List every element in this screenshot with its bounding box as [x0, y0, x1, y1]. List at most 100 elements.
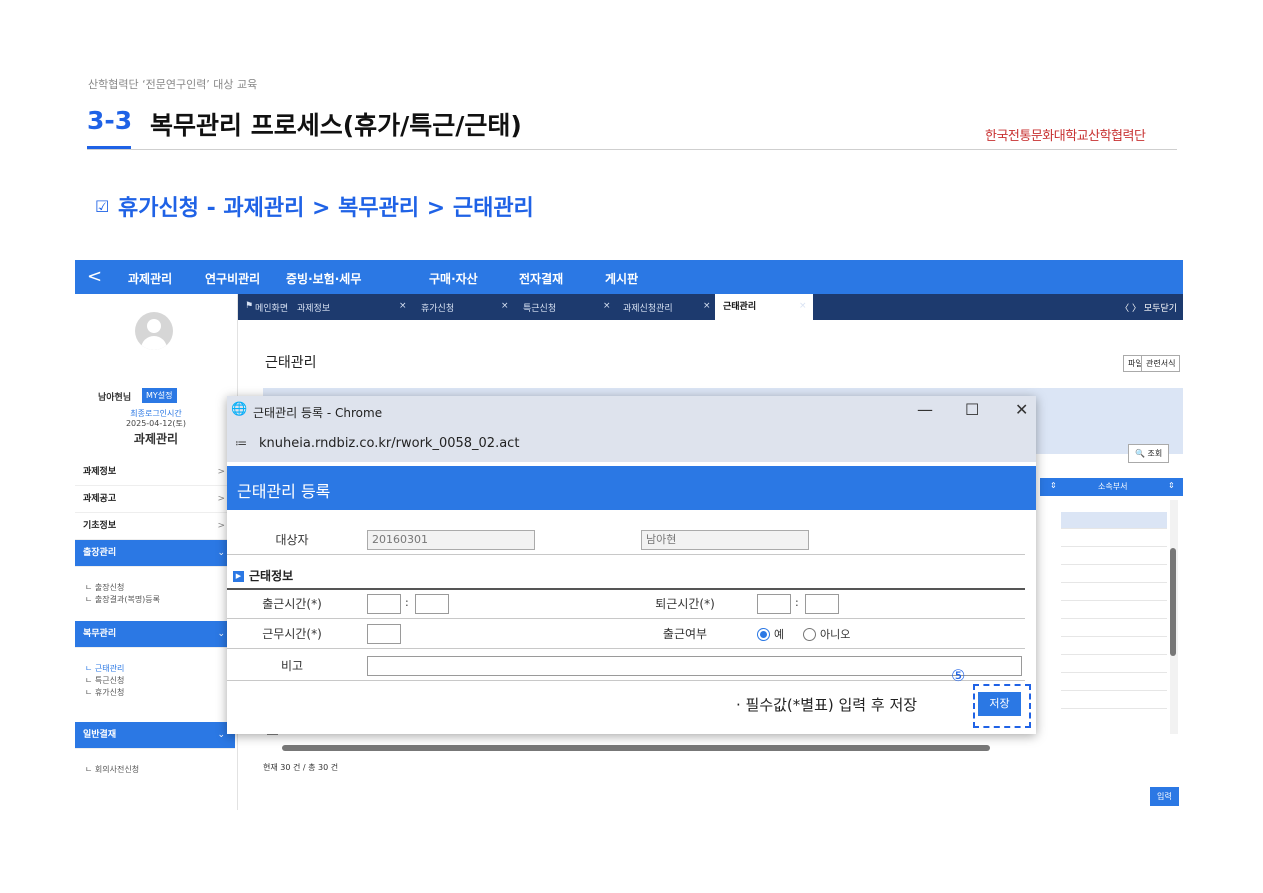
sidebar-item-project-info[interactable]: 과제정보 > — [75, 459, 235, 486]
attend-no-label[interactable]: 아니오 — [820, 626, 850, 642]
window-titlebar: 🌐 근태관리 등록 - Chrome — ☐ ✕ — [227, 396, 1036, 426]
table-row[interactable] — [1061, 602, 1167, 619]
required-note: · 필수값(*별표) 입력 후 저장 — [736, 696, 918, 714]
out-time-label: 퇴근시간(*) — [655, 597, 715, 611]
sidebar: 남아현님 MY설정 최종로그인시간 2025-04-12(토) 과제관리 과제정… — [75, 294, 238, 810]
sidebar-item-basic-info[interactable]: 기초정보 > — [75, 513, 235, 540]
tab-main[interactable]: 메인화면 — [255, 301, 288, 314]
sidebar-item-duty[interactable]: 복무관리 ⌄ — [75, 621, 235, 648]
sidebar-sub-attendance[interactable]: ㄴ 근태관리 — [85, 663, 124, 674]
table-row[interactable] — [1061, 512, 1167, 529]
sidebar-title: 과제관리 — [133, 432, 179, 446]
sidebar-item-announcement[interactable]: 과제공고 > — [75, 486, 235, 513]
scroll-thumb[interactable] — [1170, 548, 1176, 656]
target-row: 대상자 20160301 남아현 — [227, 526, 1025, 555]
section-title: 복무관리 프로세스(휴가/특근/근태) — [150, 111, 522, 140]
nav-item-funds[interactable]: 연구비관리 — [205, 270, 260, 287]
page-title: 근태관리 — [265, 355, 317, 371]
nav-item-purchase[interactable]: 구매·자산 — [429, 270, 478, 287]
tab-project-apply[interactable]: 과제신청관리 — [623, 301, 673, 314]
close-icon[interactable]: × — [501, 301, 509, 311]
url-text[interactable]: knuheia.rndbiz.co.kr/rwork_0058_02.act — [259, 436, 519, 451]
nav-item-approval[interactable]: 전자결재 — [519, 270, 563, 287]
in-time-label: 출근시간(*) — [262, 597, 322, 611]
close-icon[interactable]: × — [603, 301, 611, 311]
in-hour-input[interactable] — [367, 594, 401, 614]
sidebar-sub-leave[interactable]: ㄴ 휴가신청 — [85, 687, 124, 698]
tab-leave[interactable]: 휴가신청 — [421, 301, 454, 314]
section-marker-icon: ▶ — [233, 571, 244, 582]
home-icon: ⚑ — [245, 301, 254, 311]
sidebar-item-general-approval[interactable]: 일반결재 ⌄ — [75, 722, 235, 749]
record-count: 현재 30 건 / 총 30 건 — [263, 763, 339, 772]
nav-item-board[interactable]: 게시판 — [605, 270, 638, 287]
maximize-icon[interactable]: ☐ — [965, 400, 979, 419]
table-row[interactable] — [1061, 584, 1167, 601]
sidebar-sub-travel-apply[interactable]: ㄴ 출장신청 — [85, 582, 124, 593]
target-name-field: 남아현 — [641, 530, 809, 550]
close-icon[interactable]: × — [703, 301, 711, 311]
nav-item-project[interactable]: 과제관리 — [128, 270, 172, 287]
remark-row: 비고 — [227, 652, 1025, 681]
close-icon[interactable]: × — [399, 301, 407, 311]
my-settings-button[interactable]: MY설정 — [142, 388, 177, 403]
address-bar[interactable]: ≔ knuheia.rndbiz.co.kr/rwork_0058_02.act — [227, 426, 1036, 462]
tab-overtime[interactable]: 특근신청 — [523, 301, 556, 314]
user-name: 남아현님 — [98, 393, 132, 403]
out-minute-input[interactable] — [805, 594, 839, 614]
remark-label: 비고 — [280, 659, 304, 673]
nav-item-evidence[interactable]: 증빙·보험·세무 — [286, 270, 361, 287]
window-title: 근태관리 등록 - Chrome — [253, 406, 383, 420]
input-button[interactable]: 입력 — [1150, 787, 1179, 806]
table-row[interactable] — [1061, 530, 1167, 547]
sort-icon[interactable]: ⇕ — [1050, 481, 1057, 490]
horizontal-scrollbar[interactable] — [282, 745, 990, 751]
minimize-icon[interactable]: — — [917, 400, 933, 419]
sidebar-item-travel[interactable]: 출장관리 ⌄ — [75, 540, 235, 567]
time-separator: : — [795, 596, 799, 609]
sidebar-sub-travel-result[interactable]: ㄴ 출장결과(복명)등록 — [85, 594, 160, 605]
out-hour-input[interactable] — [757, 594, 791, 614]
close-icon[interactable]: ✕ — [1015, 400, 1028, 419]
site-settings-icon[interactable]: ≔ — [235, 436, 247, 450]
tab-navigation[interactable]: 〈 〉 모두닫기 — [1120, 301, 1177, 314]
sort-icon[interactable]: ⇕ — [1168, 481, 1175, 490]
grid-col-dept[interactable]: 소속부서 — [1098, 481, 1127, 492]
popup-header: 근태관리 등록 — [227, 466, 1036, 510]
table-row[interactable] — [1061, 566, 1167, 583]
in-minute-input[interactable] — [415, 594, 449, 614]
table-row[interactable] — [1061, 656, 1167, 673]
checkbox-icon: ☑ — [95, 197, 110, 216]
sidebar-sub-meeting[interactable]: ㄴ 회의사전신청 — [85, 764, 139, 775]
chrome-icon: 🌐 — [231, 402, 248, 417]
header-divider — [87, 149, 1177, 150]
work-row: 근무시간(*) 출근여부 예 아니오 — [227, 620, 1025, 649]
save-button[interactable]: 저장 — [978, 692, 1021, 716]
tab-project-info[interactable]: 과제정보 — [297, 301, 330, 314]
table-row[interactable] — [1061, 548, 1167, 565]
time-row: 출근시간(*) : 퇴근시간(*) : — [227, 588, 1025, 619]
attendance-register-popup: 🌐 근태관리 등록 - Chrome — ☐ ✕ ≔ knuheia.rndbi… — [227, 396, 1036, 734]
attend-yes-radio[interactable] — [757, 628, 770, 641]
time-separator: : — [405, 596, 409, 609]
section-attendance-info: ▶ 근태정보 — [233, 567, 293, 584]
section-number: 3-3 — [87, 106, 133, 135]
attend-no-radio[interactable] — [803, 628, 816, 641]
related-form-button[interactable]: 관련서식 — [1141, 355, 1181, 372]
table-row[interactable] — [1061, 638, 1167, 655]
work-hours-input[interactable] — [367, 624, 401, 644]
remark-input[interactable] — [367, 656, 1022, 676]
back-chevron-icon[interactable]: < — [87, 266, 102, 287]
table-row[interactable] — [1061, 692, 1167, 709]
top-nav: < 과제관리 연구비관리 증빙·보험·세무 구매·자산 전자결재 게시판 — [75, 260, 1183, 294]
table-row[interactable] — [1061, 620, 1167, 637]
table-row[interactable] — [1061, 674, 1167, 691]
grid-header: ⇕ 소속부서 ⇕ — [1040, 478, 1183, 496]
sidebar-sub-overtime[interactable]: ㄴ 특근신청 — [85, 675, 124, 686]
attend-yes-label[interactable]: 예 — [774, 626, 784, 642]
step-marker: ⑤ — [951, 666, 966, 685]
close-icon[interactable]: × — [799, 301, 807, 311]
search-button[interactable]: 🔍 조회 — [1128, 444, 1170, 463]
slide-supertitle: 산학협력단 ‘전문연구인력’ 대상 교육 — [88, 78, 258, 91]
target-id-field: 20160301 — [367, 530, 535, 550]
